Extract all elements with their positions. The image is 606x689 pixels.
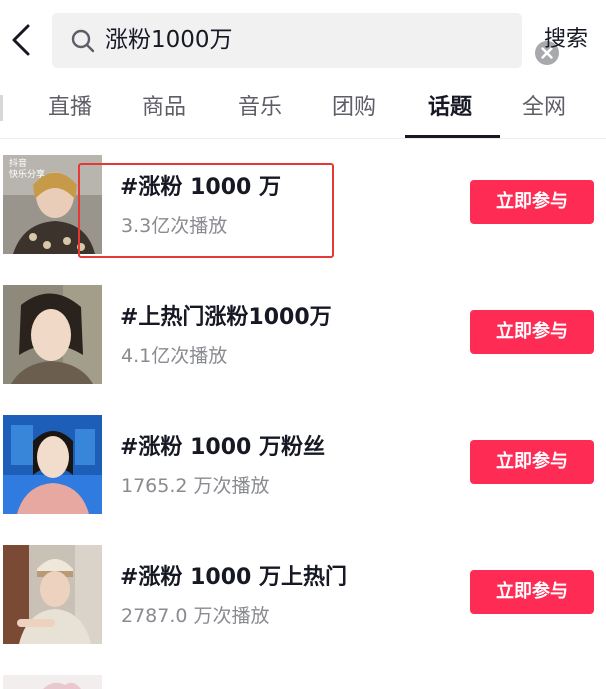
tab-all-web[interactable]: 全网 — [522, 90, 566, 126]
topic-row[interactable]: #涨粉 1000 万粉丝 1765.2 万次播放 立即参与 — [0, 415, 606, 545]
tab-live[interactable]: 直播 — [48, 90, 92, 126]
topic-thumbnail — [3, 415, 102, 514]
search-input[interactable]: 涨粉1000万 — [105, 13, 233, 68]
topic-row[interactable]: #涨粉 1000 万上热门 2787.0 万次播放 立即参与 — [0, 545, 606, 675]
topic-thumbnail — [3, 675, 102, 689]
topic-row[interactable]: 抖音 快乐分享 #涨粉 1000 万 3.3亿次播放 立即参与 — [0, 155, 606, 285]
search-button[interactable]: 搜索 — [544, 20, 588, 60]
join-button[interactable]: 立即参与 — [470, 440, 594, 484]
join-button[interactable]: 立即参与 — [470, 310, 594, 354]
search-icon — [71, 29, 95, 53]
topic-title[interactable]: #涨粉 1000 万上热门 — [120, 559, 347, 591]
join-button[interactable]: 立即参与 — [470, 180, 594, 224]
topic-thumbnail — [3, 545, 102, 644]
tab-divider — [0, 138, 606, 139]
topic-row-partial[interactable] — [0, 675, 606, 689]
tab-bar-edge — [0, 95, 3, 121]
tab-bar: 直播 商品 音乐 团购 话题 全网 — [0, 80, 606, 138]
topic-play-count: 4.1亿次播放 — [121, 345, 228, 367]
topic-play-count: 1765.2 万次播放 — [121, 475, 270, 497]
topic-thumbnail — [3, 285, 102, 384]
tab-topics[interactable]: 话题 — [428, 90, 472, 126]
topic-play-count: 2787.0 万次播放 — [121, 605, 270, 627]
tab-products[interactable]: 商品 — [142, 90, 186, 126]
join-button[interactable]: 立即参与 — [470, 570, 594, 614]
topic-row[interactable]: #上热门涨粉1000万 4.1亿次播放 立即参与 — [0, 285, 606, 415]
topic-title[interactable]: #涨粉 1000 万粉丝 — [120, 429, 325, 461]
topic-title[interactable]: #上热门涨粉1000万 — [120, 299, 332, 331]
thumbnail-watermark: 抖音 快乐分享 — [9, 159, 46, 180]
tab-group-buy[interactable]: 团购 — [332, 90, 376, 126]
topic-play-count: 3.3亿次播放 — [121, 215, 228, 237]
search-header: 涨粉1000万 搜索 — [0, 0, 606, 80]
topic-title[interactable]: #涨粉 1000 万 — [120, 169, 281, 201]
chevron-left-icon — [12, 24, 30, 56]
topic-thumbnail: 抖音 快乐分享 — [3, 155, 102, 254]
tab-music[interactable]: 音乐 — [238, 90, 282, 126]
back-button[interactable] — [4, 20, 38, 60]
